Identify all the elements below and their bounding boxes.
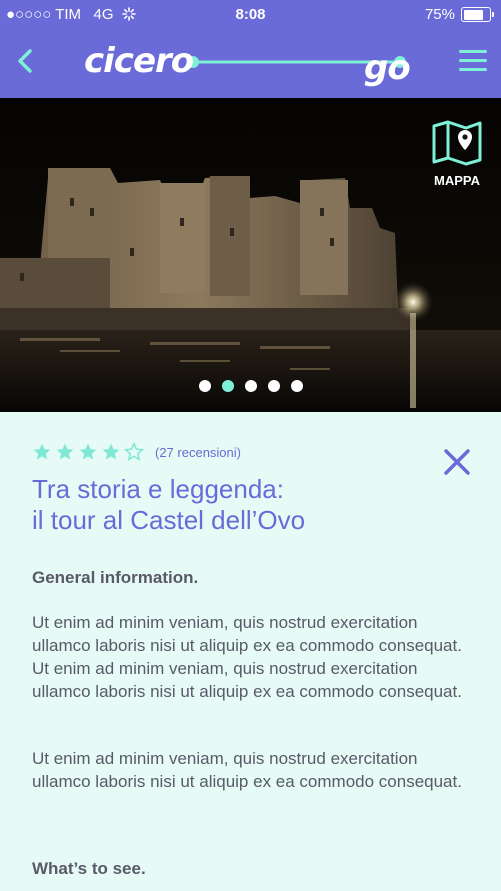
hero-carousel[interactable]: MAPPA bbox=[0, 98, 501, 412]
close-button[interactable] bbox=[443, 448, 471, 476]
carousel-dot-3[interactable] bbox=[244, 380, 257, 392]
reviews-link[interactable]: (27 recensioni) bbox=[155, 445, 241, 460]
map-label: MAPPA bbox=[434, 173, 480, 188]
star-icon bbox=[79, 443, 97, 460]
carousel-dot-4[interactable] bbox=[267, 380, 280, 392]
title-line-1: Tra storia e leggenda: bbox=[32, 474, 284, 504]
battery-icon bbox=[461, 7, 494, 22]
general-info-paragraph-2: Ut enim ad minim veniam, quis nostrud ex… bbox=[32, 749, 462, 791]
carousel-pagination bbox=[0, 380, 501, 392]
star-icon bbox=[124, 442, 144, 462]
map-button[interactable]: MAPPA bbox=[427, 120, 487, 188]
carousel-dot-5[interactable] bbox=[290, 380, 303, 392]
back-button[interactable] bbox=[10, 44, 44, 78]
general-info-paragraph-1: Ut enim ad minim veniam, quis nostrud ex… bbox=[32, 613, 462, 701]
castle-night-photo bbox=[0, 98, 501, 412]
carousel-dot-2[interactable] bbox=[221, 380, 234, 392]
logo-word-cicero: cicero bbox=[84, 41, 194, 81]
logo-word-go: go bbox=[364, 48, 411, 88]
rating: (27 recensioni) bbox=[32, 442, 241, 462]
title-line-2: il tour al Castel dell’Ovo bbox=[32, 505, 306, 535]
status-bar: ●○○○○ TIM 4G 8:08 75% bbox=[0, 0, 501, 30]
star-icon bbox=[33, 443, 51, 460]
map-pin-icon bbox=[432, 120, 482, 166]
tour-title: Tra storia e leggenda: il tour al Castel… bbox=[32, 474, 452, 536]
close-icon bbox=[444, 449, 470, 475]
app-logo: cicero go bbox=[82, 38, 422, 88]
carousel-dot-1[interactable] bbox=[198, 380, 211, 392]
menu-button[interactable] bbox=[459, 50, 487, 72]
battery-status: 75% bbox=[424, 6, 494, 23]
battery-percent: 75% bbox=[424, 6, 455, 23]
detail-panel: (27 recensioni) Tra storia e leggenda: i… bbox=[0, 412, 501, 891]
whats-to-see-heading: What’s to see. bbox=[32, 859, 146, 878]
general-info-heading: General information. bbox=[32, 568, 199, 587]
star-icon bbox=[56, 443, 74, 460]
star-icon bbox=[102, 443, 120, 460]
navigation-bar: cicero go bbox=[0, 30, 501, 98]
menu-icon bbox=[459, 50, 487, 71]
back-arrow-icon bbox=[18, 49, 32, 73]
